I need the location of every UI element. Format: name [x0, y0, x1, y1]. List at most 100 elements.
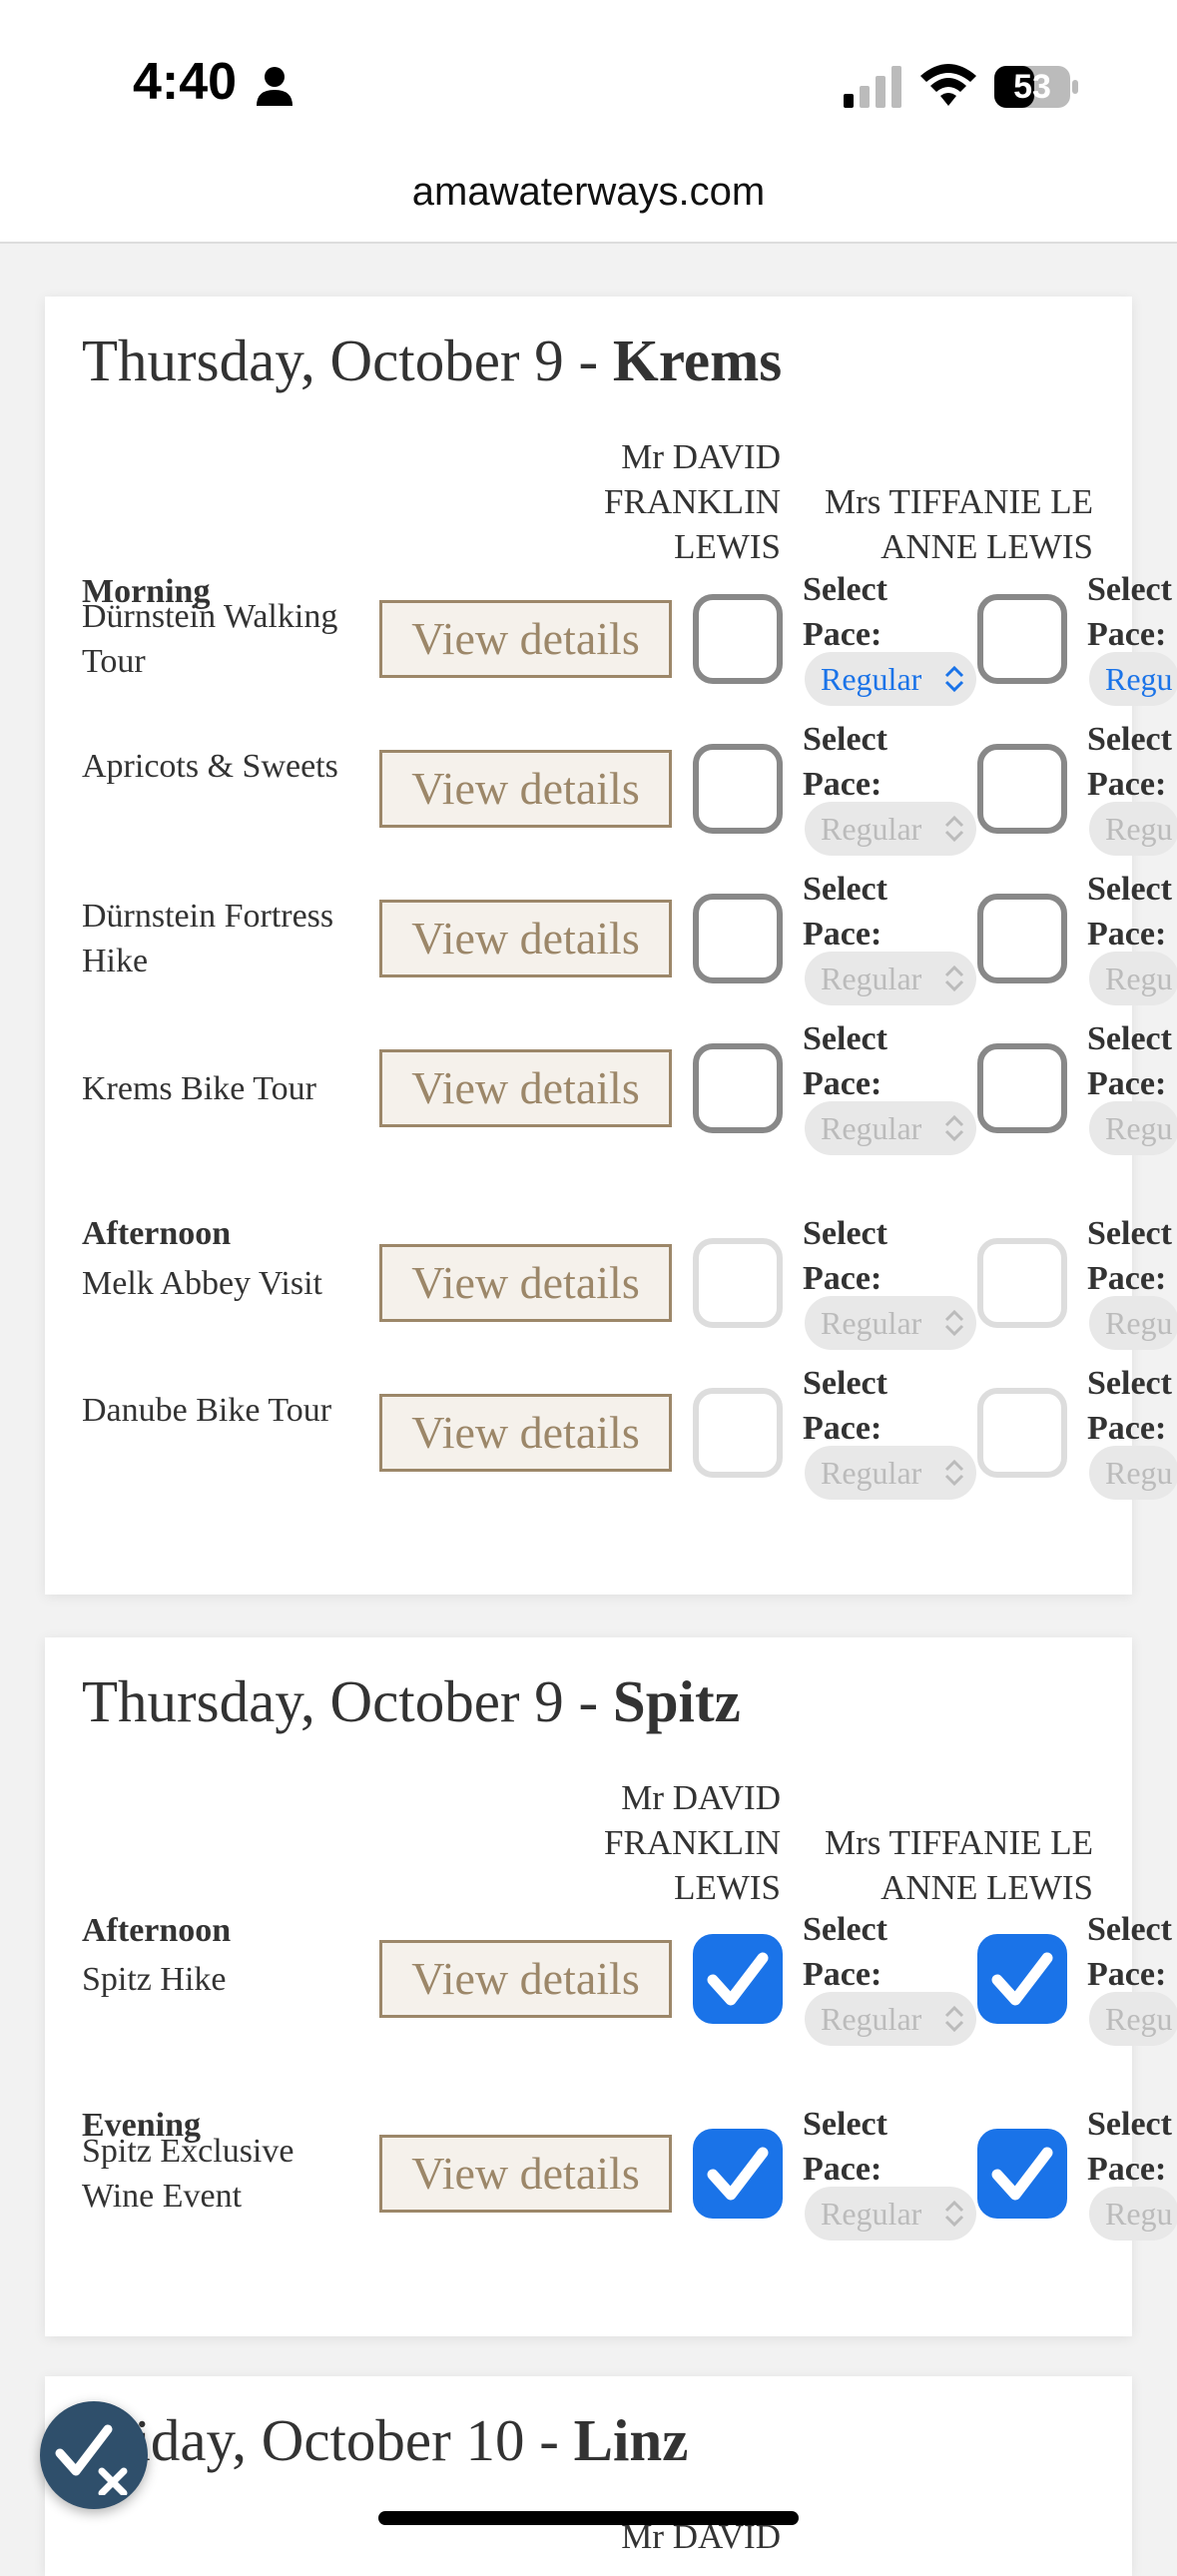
pace-select[interactable]: Regu	[1089, 2187, 1177, 2241]
select-label: Select	[1087, 1911, 1172, 1948]
select-label: Select	[1087, 571, 1172, 608]
view-details-button[interactable]: View details	[379, 1049, 672, 1127]
view-details-button[interactable]: View details	[379, 1394, 672, 1472]
view-details-button[interactable]: View details	[379, 1940, 672, 2018]
pace-select[interactable]: Regular	[805, 1296, 976, 1350]
pace-label: Pace:	[803, 616, 883, 653]
pace-select[interactable]: Regu	[1089, 1101, 1177, 1155]
pace-label: Pace:	[803, 916, 883, 953]
pace-select[interactable]: Regular	[805, 652, 976, 706]
person-icon	[257, 67, 293, 106]
cellular-signal-icon	[844, 66, 901, 108]
select-pace-label: Select Pace:	[1087, 1907, 1172, 1997]
pace-value: Regu	[1105, 1305, 1173, 1341]
guest-1-checkbox[interactable]	[693, 894, 783, 983]
select-label: Select	[803, 871, 887, 908]
guest-header-2: Mrs TIFFANIE LE ANNE LEWIS	[825, 482, 1093, 566]
pace-label: Pace:	[803, 766, 883, 803]
tour-name: Dürnstein Fortress Hike	[82, 898, 334, 979]
pace-value: Regular	[821, 2196, 922, 2232]
pace-value: Regular	[821, 1455, 922, 1491]
pace-value: Regu	[1105, 1110, 1173, 1146]
guest-2-checkbox[interactable]	[977, 594, 1067, 684]
url-label[interactable]: amawaterways.com	[0, 170, 1177, 215]
view-details-button[interactable]: View details	[379, 600, 672, 678]
pace-select[interactable]: Regular	[805, 1446, 976, 1500]
guest-2-checkbox[interactable]	[977, 744, 1067, 834]
select-pace-label: Select Pace:	[803, 1211, 887, 1301]
day-title: Friday, October 10 - Linz	[82, 2407, 689, 2473]
guest-header-1: Mr DAVID FRANKLIN LEWIS	[604, 437, 781, 566]
guest-1-checkbox[interactable]	[693, 1043, 783, 1133]
pace-select[interactable]: Regu	[1089, 1992, 1177, 2046]
guest-1-checkbox	[693, 1388, 783, 1478]
guest-2-checkbox[interactable]	[977, 1043, 1067, 1133]
guest-2-checkbox[interactable]	[977, 2129, 1067, 2219]
pace-select[interactable]: Regular	[805, 1992, 976, 2046]
select-pace-label: Select Pace:	[1087, 567, 1172, 657]
pace-select[interactable]: Regu	[1089, 652, 1177, 706]
pace-value: Regular	[821, 2001, 922, 2037]
tour-name: Dürnstein Walking Tour	[82, 598, 338, 680]
guest-1-checkbox[interactable]	[693, 744, 783, 834]
select-pace-label: Select Pace:	[803, 1907, 887, 1997]
check-x-icon	[55, 2424, 128, 2495]
guest-1-checkbox[interactable]	[693, 2129, 783, 2219]
pace-select[interactable]: Regular	[805, 2187, 976, 2241]
battery-level: 53	[1013, 68, 1051, 106]
guest-2-checkbox[interactable]	[977, 894, 1067, 983]
day-title: Thursday, October 9 - Krems	[82, 327, 783, 393]
pace-label: Pace:	[803, 1260, 883, 1297]
view-details-button[interactable]: View details	[379, 1244, 672, 1322]
select-label: Select	[803, 1365, 887, 1402]
select-pace-label: Select Pace:	[803, 2102, 887, 2192]
tour-name: Melk Abbey Visit	[82, 1265, 323, 1302]
pace-select[interactable]: Regu	[1089, 1446, 1177, 1500]
chevron-updown-icon	[944, 2200, 964, 2228]
chevron-updown-icon	[944, 2005, 964, 2033]
tour-name: Krems Bike Tour	[82, 1070, 316, 1107]
select-pace-label: Select Pace:	[1087, 1211, 1172, 1301]
pace-label: Pace:	[1087, 2151, 1167, 2188]
guest-1-checkbox[interactable]	[693, 1934, 783, 2024]
pace-select[interactable]: Regular	[805, 1101, 976, 1155]
pace-label: Pace:	[803, 1956, 883, 1993]
pace-select[interactable]: Regu	[1089, 802, 1177, 856]
select-pace-label: Select Pace:	[1087, 1016, 1172, 1106]
select-label: Select	[803, 1215, 887, 1252]
pace-value: Regu	[1105, 2196, 1173, 2232]
guest-1-checkbox[interactable]	[693, 594, 783, 684]
select-pace-label: Select Pace:	[803, 717, 887, 807]
select-label: Select	[1087, 1365, 1172, 1402]
pace-select[interactable]: Regular	[805, 802, 976, 856]
select-label: Select	[1087, 1215, 1172, 1252]
wifi-icon	[920, 64, 976, 106]
view-details-button[interactable]: View details	[379, 900, 672, 977]
pace-select[interactable]: Regular	[805, 952, 976, 1005]
guest-header-2: Mrs TIFFANIE LE ANNE LEWIS	[825, 1823, 1093, 1907]
view-details-button[interactable]: View details	[379, 2135, 672, 2213]
guest-header-1: Mr DAVID FRANKLIN LEWIS	[604, 1778, 781, 1907]
chevron-updown-icon	[944, 665, 964, 693]
pace-label: Pace:	[803, 1410, 883, 1447]
select-label: Select	[1087, 1020, 1172, 1057]
select-pace-label: Select Pace:	[803, 567, 887, 657]
pace-value: Regular	[821, 811, 922, 847]
pace-select[interactable]: Regu	[1089, 1296, 1177, 1350]
chevron-updown-icon	[944, 815, 964, 843]
select-pace-label: Select Pace:	[1087, 867, 1172, 957]
select-label: Select	[1087, 721, 1172, 758]
pace-label: Pace:	[1087, 616, 1167, 653]
select-all-fab[interactable]	[40, 2401, 148, 2509]
pace-value: Regu	[1105, 961, 1173, 996]
select-label: Select	[1087, 2106, 1172, 2143]
select-pace-label: Select Pace:	[1087, 717, 1172, 807]
chevron-updown-icon	[944, 1114, 964, 1142]
pace-value: Regu	[1105, 811, 1173, 847]
pace-label: Pace:	[1087, 1065, 1167, 1102]
view-details-button[interactable]: View details	[379, 750, 672, 828]
guest-2-checkbox[interactable]	[977, 1934, 1067, 2024]
select-pace-label: Select Pace:	[1087, 1361, 1172, 1451]
day-card-linz: Friday, October 10 - Linz Mr DAVID	[45, 2376, 1132, 2576]
pace-select[interactable]: Regu	[1089, 952, 1177, 1005]
